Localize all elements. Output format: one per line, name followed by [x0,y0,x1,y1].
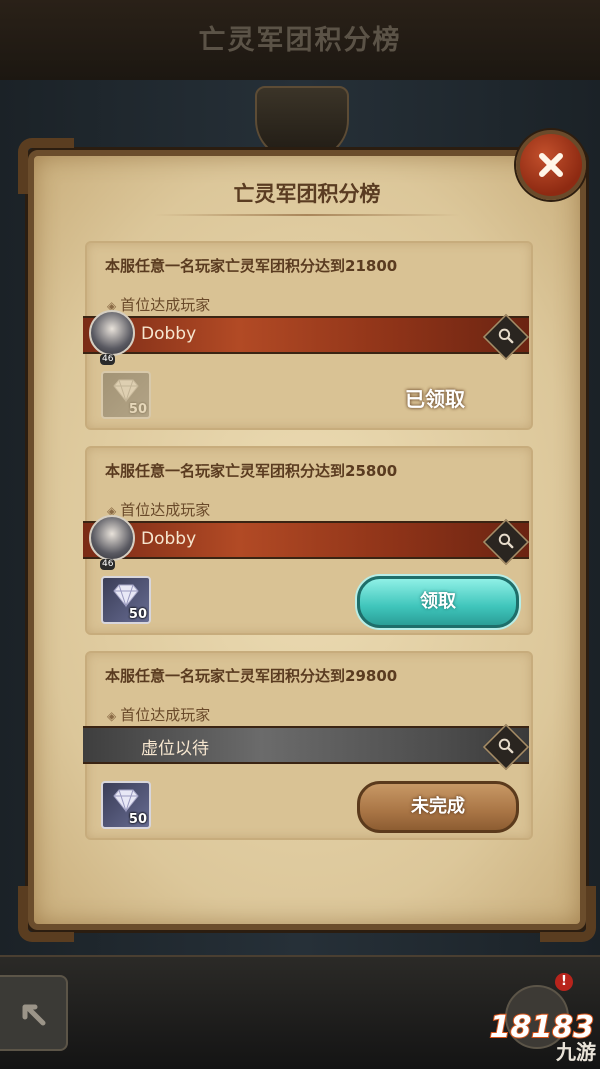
dialog-corner [18,886,74,942]
card-subtitle-text: 首位达成玩家 [120,296,211,314]
search-button[interactable] [482,518,530,566]
back-arrow-icon [22,1004,46,1026]
vacant-text: 虚位以待 [141,739,209,759]
dialog-title: 亡灵军团积分榜 [233,182,381,206]
diamond-icon [113,789,139,813]
first-player-bar: 46 Dobby [83,515,530,570]
card-subtitle: ◈ 首位达成玩家 [107,704,210,725]
claim-button[interactable]: 领取 [357,576,519,628]
first-player-bar: 虚位以待 [83,723,530,771]
reward-count: 50 [128,812,147,827]
reward-count: 50 [128,402,147,417]
first-player-bar: 46 Dobby [83,310,530,365]
back-button[interactable] [0,975,68,1051]
page-title: 亡灵军团积分榜 [198,25,402,56]
player-level: 46 [100,559,116,570]
reward-count: 50 [128,607,147,622]
search-icon [498,328,514,344]
card-subtitle-text: 首位达成玩家 [120,706,211,724]
card-description: 本服任意一名玩家亡灵军团积分达到21800 [105,257,398,275]
close-icon [539,153,563,177]
diamond-icon [113,379,139,403]
search-icon [498,738,514,754]
reward-card: 本服任意一名玩家亡灵军团积分达到25800 ◈ 首位达成玩家 46 Dobby 5… [83,446,533,635]
top-bar: 亡灵军团积分榜 [0,0,600,83]
reward-item[interactable]: 50 [101,576,151,624]
leaderboard-dialog: 亡灵军团积分榜 本服任意一名玩家亡灵军团积分达到21800 ◈ 首位达成玩家 46… [18,138,596,942]
diamond-icon [113,584,139,608]
avatar [89,515,135,561]
background-ornament [255,86,349,160]
card-description: 本服任意一名玩家亡灵军团积分达到29800 [105,667,398,685]
player-level: 46 [100,354,116,365]
incomplete-button[interactable]: 未完成 [357,781,519,833]
alert-badge: ! [555,973,573,991]
search-button[interactable] [482,723,530,771]
player-name: Dobby [141,529,197,549]
close-button[interactable] [516,130,586,200]
player-name: Dobby [141,324,197,344]
watermark-text: 九游 [556,1040,596,1064]
title-divider [154,214,460,216]
avatar [89,310,135,356]
reward-item[interactable]: 50 [101,371,151,419]
search-button[interactable] [482,313,530,361]
card-description: 本服任意一名玩家亡灵军团积分达到25800 [105,462,398,480]
search-icon [498,533,514,549]
dialog-corner [540,886,596,942]
claimed-status: 已领取 [405,387,465,411]
reward-card: 本服任意一名玩家亡灵军团积分达到29800 ◈ 首位达成玩家 虚位以待 50 未完… [83,651,533,840]
bullet-icon: ◈ [107,709,117,723]
watermark: 18183 九游 [486,1009,600,1067]
reward-card: 本服任意一名玩家亡灵军团积分达到21800 ◈ 首位达成玩家 46 Dobby 5… [83,241,533,430]
reward-item[interactable]: 50 [101,781,151,829]
card-subtitle-text: 首位达成玩家 [120,501,211,519]
